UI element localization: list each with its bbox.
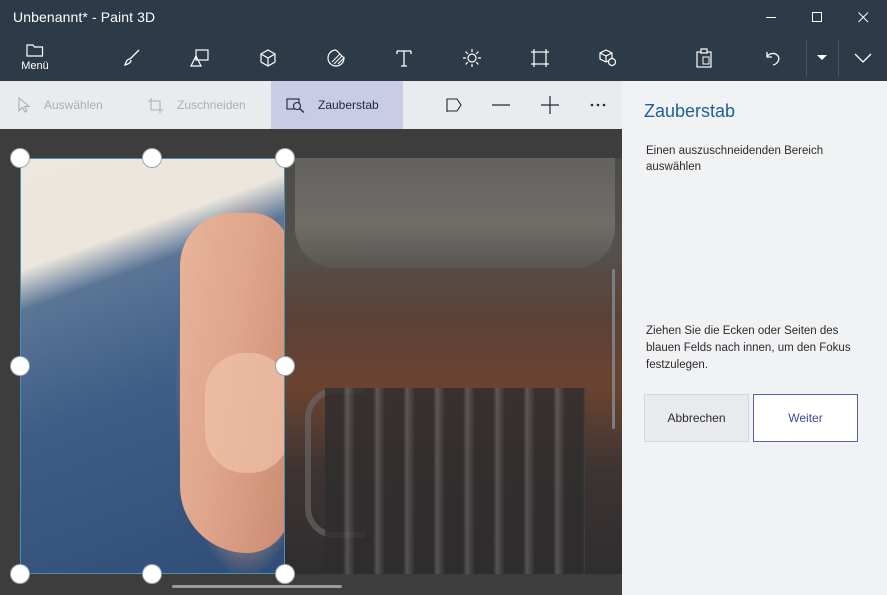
menu-label: Menü xyxy=(21,60,49,72)
flag-icon xyxy=(446,98,462,112)
shapes-3d-tool[interactable] xyxy=(245,34,291,81)
cancel-button[interactable]: Abbrechen xyxy=(644,394,749,442)
flag-button[interactable] xyxy=(434,81,474,129)
3d-library-icon xyxy=(599,48,617,66)
glass-rim xyxy=(295,158,615,268)
handle-top-left[interactable] xyxy=(10,148,30,168)
canvas-icon xyxy=(531,48,549,67)
effects-tool[interactable] xyxy=(449,34,495,81)
handle-top-center[interactable] xyxy=(142,148,162,168)
menu-button[interactable]: Menü xyxy=(12,34,58,81)
handle-bottom-center[interactable] xyxy=(142,564,162,584)
expand-icon xyxy=(854,53,872,63)
paste-button[interactable] xyxy=(681,34,727,81)
maximize-button[interactable] xyxy=(794,0,840,34)
vertical-scrollbar[interactable] xyxy=(612,269,615,429)
zoom-in-icon xyxy=(541,96,559,114)
panel-description: Einen auszuschneidenden Bereich auswähle… xyxy=(646,145,824,173)
glass-ribs xyxy=(325,388,585,574)
stickers-icon xyxy=(327,48,345,67)
history-dropdown-icon xyxy=(817,54,827,60)
toolbar-divider xyxy=(806,40,807,76)
expand-button[interactable] xyxy=(840,34,886,81)
history-dropdown-button[interactable] xyxy=(808,34,836,81)
maximize-icon xyxy=(811,11,822,22)
toolbar-divider xyxy=(838,40,839,76)
shapes-2d-tool[interactable] xyxy=(177,34,223,81)
selection-box[interactable] xyxy=(20,158,285,574)
shapes-3d-icon xyxy=(260,48,276,67)
handle-bottom-left[interactable] xyxy=(10,564,30,584)
folder-icon xyxy=(26,44,44,57)
cursor-icon xyxy=(17,97,31,113)
magic-select-panel: Zauberstab Einen auszuschneidenden Berei… xyxy=(622,81,887,595)
crop-tool[interactable]: Zuschneiden xyxy=(147,81,267,129)
select-tool[interactable]: Auswählen xyxy=(17,81,129,129)
minimize-button[interactable] xyxy=(748,0,794,34)
undo-button[interactable] xyxy=(749,34,795,81)
magic-select-label: Zauberstab xyxy=(318,98,379,112)
canvas-area[interactable] xyxy=(0,129,622,595)
sub-toolbar: Auswählen Zuschneiden Zauberstab xyxy=(0,81,622,129)
zoom-out-icon xyxy=(492,104,510,106)
text-icon xyxy=(396,49,412,67)
close-button[interactable] xyxy=(840,0,886,34)
magic-select-icon xyxy=(286,97,305,113)
horizontal-scrollbar[interactable] xyxy=(172,585,342,588)
zoom-out-button[interactable] xyxy=(481,81,521,129)
paste-icon xyxy=(696,47,712,68)
undo-icon xyxy=(766,51,780,66)
dimmed-region xyxy=(285,158,622,574)
more-button[interactable] xyxy=(578,81,618,129)
panel-title: Zauberstab xyxy=(644,101,736,121)
brushes-tool[interactable] xyxy=(109,34,155,81)
canvas-tool[interactable] xyxy=(517,34,563,81)
brush-icon xyxy=(123,49,140,66)
text-tool[interactable] xyxy=(381,34,427,81)
magic-select-tool[interactable]: Zauberstab xyxy=(271,81,403,129)
next-button[interactable]: Weiter xyxy=(753,394,858,442)
effects-icon xyxy=(463,48,481,67)
window-title: Unbenannt* - Paint 3D xyxy=(13,9,156,25)
minimize-icon xyxy=(765,16,776,18)
zoom-in-button[interactable] xyxy=(530,81,570,129)
crop-label: Zuschneiden xyxy=(177,98,246,112)
panel-hint: Ziehen Sie die Ecken oder Seiten des bla… xyxy=(646,325,851,371)
main-toolbar: Menü xyxy=(0,34,887,81)
close-icon xyxy=(857,11,868,22)
title-bar: Unbenannt* - Paint 3D xyxy=(0,0,887,34)
handle-middle-left[interactable] xyxy=(10,356,30,376)
handle-bottom-right[interactable] xyxy=(275,564,295,584)
handle-middle-right[interactable] xyxy=(275,356,295,376)
3d-library-tool[interactable] xyxy=(585,34,631,81)
shapes-2d-icon xyxy=(190,48,209,67)
more-icon xyxy=(590,103,606,107)
handle-top-right[interactable] xyxy=(275,148,295,168)
select-label: Auswählen xyxy=(44,98,103,112)
stickers-tool[interactable] xyxy=(313,34,359,81)
crop-icon xyxy=(147,97,164,114)
